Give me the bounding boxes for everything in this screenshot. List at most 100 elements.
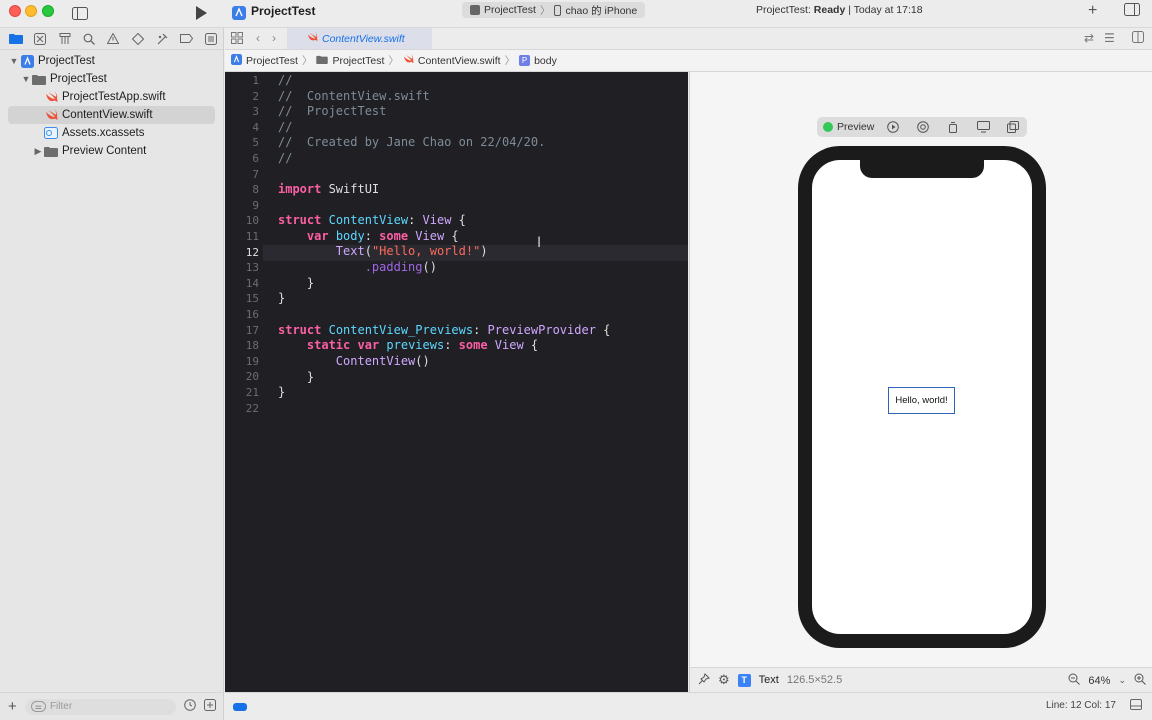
chevron-right-icon: 〉 — [388, 55, 399, 67]
selection-type: Text — [758, 674, 779, 686]
line-number: 9 — [252, 199, 259, 212]
source-code-editor[interactable]: 1 2 3 4 5 6 7 8 9 10 11 12 13 14 15 16 1… — [225, 72, 688, 692]
test-diamond-icon[interactable] — [126, 29, 150, 49]
file-tree: ▼ ProjectTest ▼ ProjectTest ProjectTestA… — [0, 50, 223, 160]
hello-text: Hello, world! — [895, 395, 948, 406]
preview-label[interactable]: Preview — [837, 121, 874, 133]
add-library-button[interactable]: + — [1088, 2, 1097, 20]
keyword-some: some — [379, 229, 409, 243]
warning-icon[interactable] — [101, 29, 125, 49]
code-line-19: ContentView() — [278, 354, 430, 368]
preview-canvas[interactable]: Preview Hello, world! — [689, 72, 1152, 667]
grid-menu-icon[interactable] — [231, 32, 243, 47]
symbol-navigator-icon[interactable] — [53, 29, 77, 49]
sidebar-toggle-icon[interactable] — [70, 3, 90, 23]
tree-item-project-group[interactable]: ▼ ProjectTest — [0, 70, 223, 88]
chevron-down-icon[interactable]: ▼ — [20, 74, 32, 84]
line-number-gutter[interactable]: 1 2 3 4 5 6 7 8 9 10 11 12 13 14 15 16 1… — [225, 72, 263, 692]
xcode-project-icon — [231, 53, 242, 68]
debug-area-toggle[interactable] — [233, 702, 247, 711]
device-settings-icon[interactable] — [972, 121, 994, 133]
code-paren: () — [415, 354, 430, 368]
code-line-17: struct ContentView_Previews: PreviewProv… — [278, 323, 610, 337]
source-control-icon[interactable] — [28, 29, 52, 49]
device-screen[interactable]: Hello, world! — [812, 160, 1032, 634]
line-number: 13 — [245, 261, 259, 274]
tree-item-projecttestapp[interactable]: ProjectTestApp.swift — [0, 88, 223, 106]
tree-item-project-root[interactable]: ▼ ProjectTest — [0, 52, 223, 70]
zoom-out-icon[interactable] — [1068, 673, 1081, 688]
report-icon[interactable] — [199, 29, 223, 49]
pin-icon[interactable] — [698, 672, 710, 688]
duplicate-preview-icon[interactable] — [1002, 121, 1024, 133]
adjust-editor-options-icon[interactable]: ☰ — [1104, 31, 1115, 45]
chevron-right-icon[interactable]: › — [272, 31, 276, 45]
breadcrumb-symbol[interactable]: body — [534, 55, 557, 67]
tab-contentview-swift[interactable]: ContentView.swift — [287, 28, 432, 49]
code-paren: ( — [364, 244, 372, 258]
activity-status: ProjectTest: Ready | Today at 17:18 — [756, 4, 923, 16]
chevron-left-icon[interactable]: ‹ — [256, 31, 260, 45]
breakpoint-icon[interactable] — [174, 29, 198, 49]
line-number: 2 — [252, 90, 259, 103]
breadcrumb-file[interactable]: ContentView.swift — [418, 55, 501, 67]
property-icon: P — [519, 55, 531, 66]
search-icon[interactable] — [77, 29, 101, 49]
property-name: previews — [379, 338, 445, 352]
tab-label: ContentView.swift — [322, 32, 405, 45]
line-number-current: 12 — [245, 246, 259, 259]
zoom-window-button[interactable] — [42, 5, 54, 17]
iphone-device-frame: Hello, world! — [798, 146, 1046, 648]
type-name: View — [408, 229, 445, 243]
asset-catalog-icon — [44, 127, 58, 139]
function-call: ContentView — [335, 354, 416, 368]
line-number: 11 — [245, 230, 259, 243]
chevron-down-icon[interactable]: ▼ — [8, 56, 20, 66]
code-brace: { — [523, 338, 539, 352]
close-window-button[interactable] — [9, 5, 21, 17]
tree-item-label: ProjectTest — [38, 55, 95, 67]
minimize-window-button[interactable] — [25, 5, 37, 17]
zoom-level[interactable]: 64% — [1088, 675, 1110, 687]
breadcrumb-project[interactable]: ProjectTest — [246, 55, 298, 67]
code-line-1: // — [278, 73, 293, 87]
zoom-in-icon[interactable] — [1134, 673, 1146, 688]
rotate-device-icon[interactable] — [942, 121, 964, 133]
code-colon: : — [408, 213, 423, 227]
run-play-icon[interactable] — [192, 3, 210, 23]
panel-toggle-icon[interactable] — [1130, 699, 1142, 713]
code-paren: () — [422, 260, 437, 274]
selected-text-view[interactable]: Hello, world! — [888, 387, 955, 414]
code-line-14: } — [278, 276, 315, 290]
swap-icon[interactable]: ⇄ — [1084, 31, 1094, 45]
inspect-icon[interactable] — [912, 121, 934, 133]
chevron-right-icon[interactable]: ▶ — [32, 146, 44, 157]
tree-item-preview-content[interactable]: ▶ Preview Content — [0, 142, 223, 160]
sliders-icon[interactable]: ⚙ — [718, 672, 730, 688]
line-number: 14 — [245, 277, 259, 290]
live-preview-play-icon[interactable] — [882, 121, 904, 133]
editor-tab-bar: ‹ › ContentView.swift ⇄ ☰ — [225, 28, 1152, 50]
code-line-10: struct ContentView: View { — [278, 213, 466, 227]
scheme-selector[interactable]: ProjectTest 〉 chao 的 iPhone — [462, 2, 646, 18]
tree-item-contentview[interactable]: ContentView.swift — [8, 106, 215, 124]
app-project-icon — [20, 54, 34, 68]
split-editor-icon[interactable] — [1132, 31, 1144, 46]
code-line-12: Text("Hello, world!") — [278, 244, 488, 258]
tree-item-assets[interactable]: Assets.xcassets — [0, 124, 223, 142]
line-number: 10 — [245, 214, 259, 227]
line-number: 20 — [245, 370, 259, 383]
chevron-right-icon: 〉 — [301, 55, 313, 67]
code-line-4: // — [278, 120, 293, 134]
code-line-11: var body: some View { — [278, 229, 459, 243]
debug-spray-icon[interactable] — [150, 29, 174, 49]
line-number: 7 — [252, 168, 259, 181]
chevron-down-icon[interactable]: ⌄ — [1118, 675, 1126, 686]
breadcrumb-group[interactable]: ProjectTest — [332, 55, 384, 67]
canvas-bottom-bar: ⚙ T Text 126.5×52.5 64% ⌄ — [689, 667, 1152, 692]
folder-icon[interactable] — [4, 29, 28, 49]
inspector-toggle-icon[interactable] — [1124, 3, 1140, 19]
scheme-name: ProjectTest — [484, 4, 536, 16]
